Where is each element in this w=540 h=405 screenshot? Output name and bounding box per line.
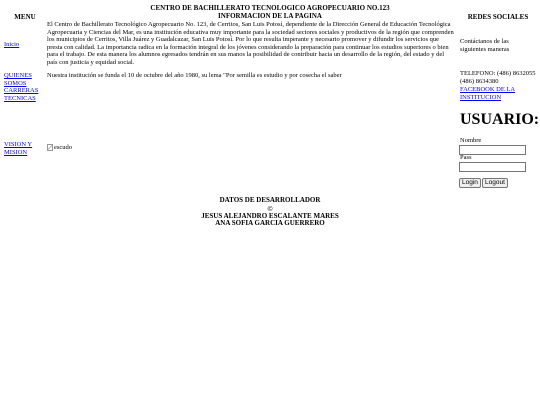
menu-link-vision-mision[interactable]: VISION Y MISION <box>4 141 44 156</box>
nombre-label: Nombre <box>460 137 482 144</box>
developer-name-2: ANA SOFIA GARCIA GUERRERO <box>215 219 325 227</box>
menu-heading: MENU <box>14 13 36 21</box>
menu-link-inicio[interactable]: Inicio <box>4 41 44 49</box>
page-info-heading: INFORMACION DE LA PAGINA <box>218 12 322 20</box>
footer-title: DATOS DE DESARROLLADOR <box>219 196 321 204</box>
facebook-link[interactable]: FACEBOOK DE LA INSTITUCION <box>460 86 536 101</box>
contact-text: Contáctanos de las siguientes maneras <box>460 38 510 53</box>
pass-label: Pass <box>460 154 472 161</box>
login-button[interactable]: Login <box>459 178 481 188</box>
founded-text: Nuestra institución se funda el 10 de oc… <box>47 72 342 79</box>
logout-button[interactable]: Logout <box>482 178 508 188</box>
escudo-image-alt: escudo <box>54 144 73 151</box>
intro-paragraph: El Centro de Bachillerato Tecnológico Ag… <box>47 21 454 66</box>
school-name-heading: CENTRO DE BACHILLERATO TECNOLOGICO AGROP… <box>150 4 390 12</box>
phone-text: TELEFONO: (486) 8632055 (486) 8634380 <box>460 70 536 85</box>
social-heading: REDES SOCIALES <box>467 13 529 21</box>
pass-input[interactable] <box>459 162 526 172</box>
escudo-image: escudo <box>47 144 72 152</box>
broken-image-icon <box>47 144 53 152</box>
menu-link-quienes-somos[interactable]: QUIENES SOMOS <box>4 72 44 87</box>
page: CENTRO DE BACHILLERATO TECNOLOGICO AGROP… <box>0 0 540 405</box>
menu-link-carreras-tecnicas[interactable]: CARRERAS TECNICAS <box>4 87 44 102</box>
usuario-heading: USUARIO: <box>460 111 540 128</box>
